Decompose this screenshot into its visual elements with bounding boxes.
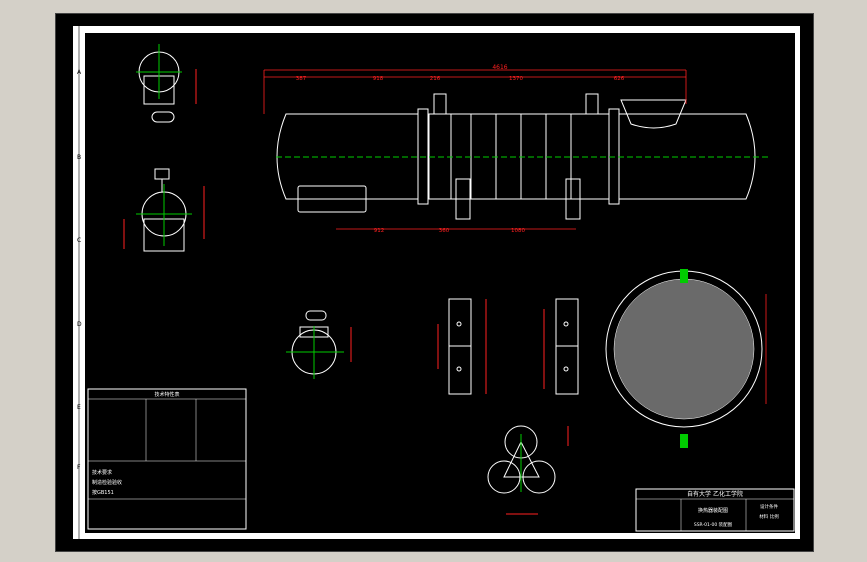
title-block-note: 材料 比例: [759, 513, 779, 520]
tech-note: 制造检验验收: [92, 479, 122, 486]
tech-note: 技术要求: [92, 469, 112, 476]
top-dim-label: 1370: [509, 76, 523, 82]
tech-table-header: 技术特性表: [154, 391, 179, 398]
bottom-dim-label: 912: [374, 228, 385, 234]
title-block-title: 自有大学 乙化工学院: [687, 490, 743, 498]
title-block-note: 设计条件: [760, 503, 778, 510]
title-block-drawing-name: 换热器装配图: [698, 507, 728, 514]
tech-note: 按GB151: [92, 489, 114, 496]
top-dim-label: 626: [614, 76, 625, 82]
top-dim-label: 918: [373, 76, 384, 82]
zone-label: D: [77, 321, 82, 328]
bottom-dim-label: 360: [439, 228, 450, 234]
bottom-dim-label: 1080: [511, 228, 525, 234]
drawing-frame: A B C D E F 4616 387 918 216 1370 626 91…: [55, 13, 814, 552]
zone-label: E: [77, 404, 81, 411]
zone-label: B: [77, 154, 81, 161]
zone-label: F: [77, 464, 81, 471]
overall-length-label: 4616: [492, 64, 507, 71]
cad-drawing: A B C D E F 4616 387 918 216 1370 626 91…: [73, 26, 800, 539]
top-dim-label: 216: [430, 76, 441, 82]
zone-label: C: [77, 237, 81, 244]
title-block-drawing-number: SSR-01-00 装配图: [694, 521, 733, 528]
top-dim-label: 387: [296, 76, 307, 82]
